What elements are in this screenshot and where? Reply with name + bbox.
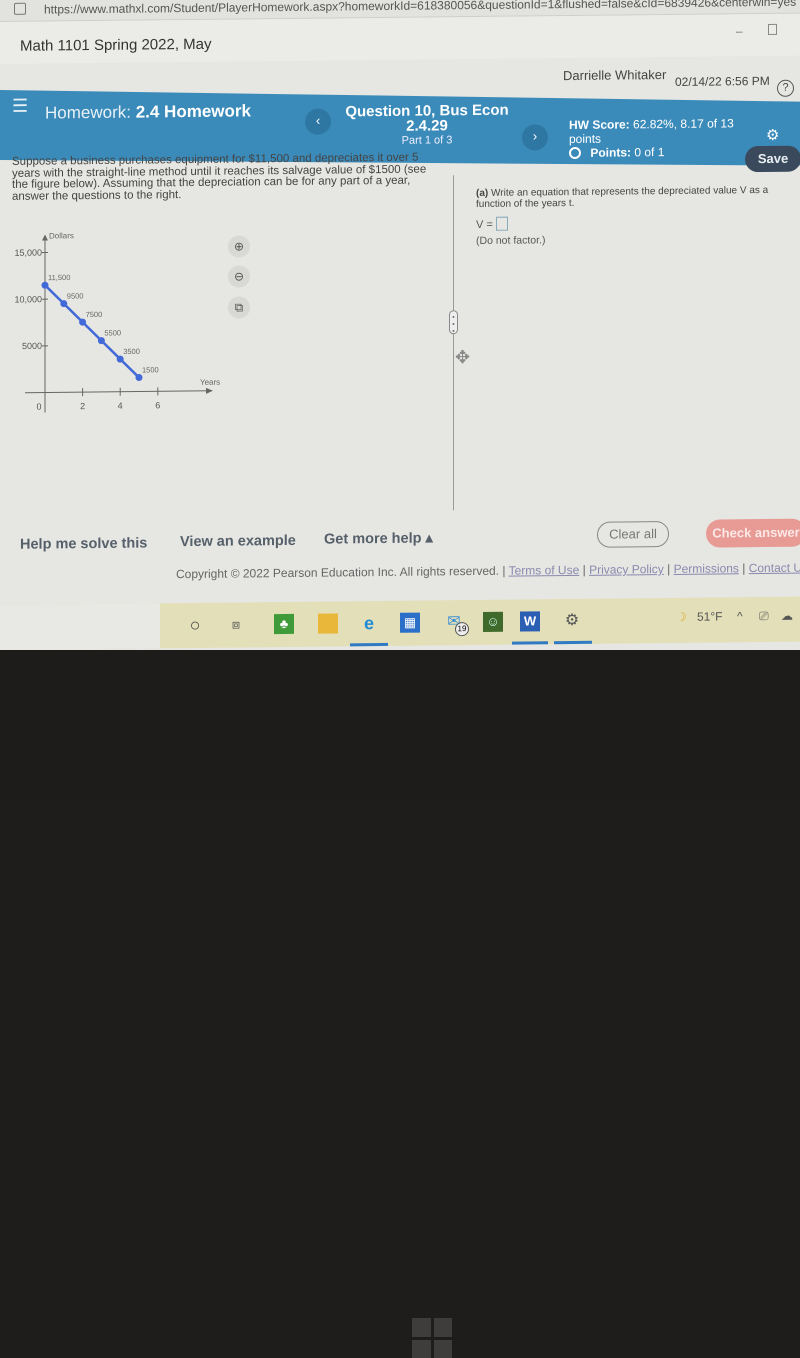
part-a-prompt: (a) Write an equation that represents th…	[476, 185, 796, 210]
move-icon[interactable]: ✥	[455, 347, 470, 368]
part-a-text: Write an equation that represents the de…	[476, 185, 768, 210]
privacy-link[interactable]: Privacy Policy	[589, 562, 664, 577]
view-example-link[interactable]: View an example	[180, 533, 296, 550]
screen: https://www.mathxl.com/Student/PlayerHom…	[0, 0, 800, 690]
y-axis-arrow	[42, 234, 48, 240]
x-tick-label: 0	[36, 402, 41, 412]
points-label: Points:	[590, 145, 631, 159]
hw-score: HW Score: 62.82%, 8.17 of 13 points	[569, 116, 739, 146]
x-tick-label: 4	[118, 401, 123, 411]
popout-icon[interactable]: ⧉	[228, 296, 250, 318]
x-axis	[25, 391, 210, 393]
word-icon[interactable]: W	[520, 611, 540, 631]
homework-name: 2.4 Homework	[136, 101, 251, 121]
previous-question-button[interactable]: ‹	[305, 109, 331, 135]
edge-icon[interactable]: e	[359, 613, 379, 633]
terms-link[interactable]: Terms of Use	[509, 563, 580, 578]
save-button[interactable]: Save	[745, 146, 800, 173]
minimize-icon[interactable]: –	[736, 24, 743, 38]
data-label: 3500	[123, 347, 140, 356]
maximize-icon[interactable]	[768, 24, 777, 35]
question-title: Question 10, Bus Econ 2.4.29	[342, 103, 512, 135]
answer-prefix: V =	[476, 219, 493, 231]
zoom-in-icon[interactable]: ⊕	[228, 235, 250, 257]
data-label: 1500	[142, 365, 159, 374]
incomplete-circle-icon	[569, 147, 581, 159]
footer: Copyright © 2022 Pearson Education Inc. …	[176, 561, 800, 582]
pane-divider[interactable]	[453, 175, 454, 510]
copyright-text: Copyright © 2022 Pearson Education Inc. …	[176, 564, 505, 581]
data-label: 7500	[86, 310, 103, 319]
settings-active-indicator	[554, 641, 592, 644]
answer-hint: (Do not factor.)	[476, 234, 545, 247]
y-tick-label: 5000	[22, 341, 42, 351]
homework-label: Homework:	[45, 103, 131, 123]
menu-icon[interactable]: ☰	[12, 96, 28, 117]
taskbar-search-area	[0, 603, 160, 650]
hw-score-value: 62.82%, 8.17 of 13	[633, 116, 734, 131]
x-tick-label: 2	[80, 401, 85, 411]
help-icon[interactable]: ?	[777, 80, 794, 97]
mail-badge: 19	[455, 622, 469, 636]
question-points: Points: 0 of 1	[569, 145, 664, 160]
permissions-link[interactable]: Permissions	[674, 561, 739, 576]
data-label: 11,500	[48, 273, 70, 282]
user-name: Darrielle Whitaker	[563, 67, 666, 83]
y-tick-label: 10,000	[14, 294, 42, 304]
contact-link[interactable]: Contact Us	[749, 561, 800, 576]
onedrive-icon[interactable]: ☁	[781, 609, 793, 623]
taskbar: ○ ⧈ ♣ e ▦ ✉ 19 ☺ W ⚙ ☽ 51°F ^ ⎚ ☁	[0, 597, 800, 650]
x-axis-label: Years	[200, 378, 220, 387]
clear-all-button[interactable]: Clear all	[597, 521, 669, 548]
problem-statement: Suppose a business purchases equipment f…	[12, 152, 432, 202]
course-bar: Math 1101 Spring 2022, May –	[0, 14, 800, 64]
points-value: 0 of 1	[634, 145, 664, 159]
data-label: 5500	[104, 328, 121, 337]
help-me-solve-link[interactable]: Help me solve this	[20, 535, 147, 552]
depreciation-line	[45, 284, 139, 378]
word-active-indicator	[512, 641, 548, 644]
edge-active-indicator	[350, 643, 388, 646]
task-view-icon[interactable]: ⧈	[226, 614, 246, 634]
windows-logo	[412, 1318, 452, 1358]
solitaire-icon[interactable]: ♣	[274, 614, 294, 634]
get-more-help-link[interactable]: Get more help ▴	[324, 530, 433, 547]
monitor-bezel	[0, 650, 800, 800]
settings-icon[interactable]: ⚙	[766, 126, 779, 144]
next-question-button[interactable]: ›	[522, 124, 548, 150]
x-axis-arrow	[206, 388, 213, 394]
cortana-icon[interactable]: ○	[185, 615, 205, 635]
hw-score-unit: points	[569, 132, 601, 146]
y-tick-label: 15,000	[14, 248, 42, 258]
divider-drag-handle[interactable]: •••	[449, 310, 458, 334]
lock-icon	[14, 3, 26, 15]
meet-icon[interactable]: ⎚	[759, 609, 769, 624]
weather-temp[interactable]: 51°F	[697, 609, 722, 623]
weather-icon[interactable]: ☽	[676, 610, 687, 624]
tray-chevron-icon[interactable]: ^	[737, 609, 743, 623]
game-app-icon[interactable]: ☺	[483, 612, 503, 632]
store-icon[interactable]: ▦	[400, 613, 420, 633]
settings-app-icon[interactable]: ⚙	[562, 611, 582, 631]
file-explorer-icon[interactable]	[318, 613, 338, 633]
hw-score-label: HW Score:	[569, 117, 630, 132]
y-axis-label: Dollars	[49, 231, 74, 240]
answer-row: V =	[476, 217, 508, 231]
homework-title: Homework: 2.4 Homework	[45, 101, 251, 123]
data-label: 9500	[67, 291, 84, 300]
course-title: Math 1101 Spring 2022, May	[20, 36, 212, 55]
date-time: 02/14/22 6:56 PM	[675, 74, 770, 89]
answer-input[interactable]	[496, 217, 508, 231]
question-part: Part 1 of 3	[342, 134, 512, 148]
depreciation-chart: Dollars Years 5000 10,000 15,000 0 2 4 6 11,500 95…	[0, 223, 230, 425]
part-a-label: (a)	[476, 188, 488, 199]
zoom-out-icon[interactable]: ⊖	[228, 265, 250, 287]
x-tick-label: 6	[155, 400, 160, 410]
check-answer-button[interactable]: Check answer	[706, 519, 800, 548]
